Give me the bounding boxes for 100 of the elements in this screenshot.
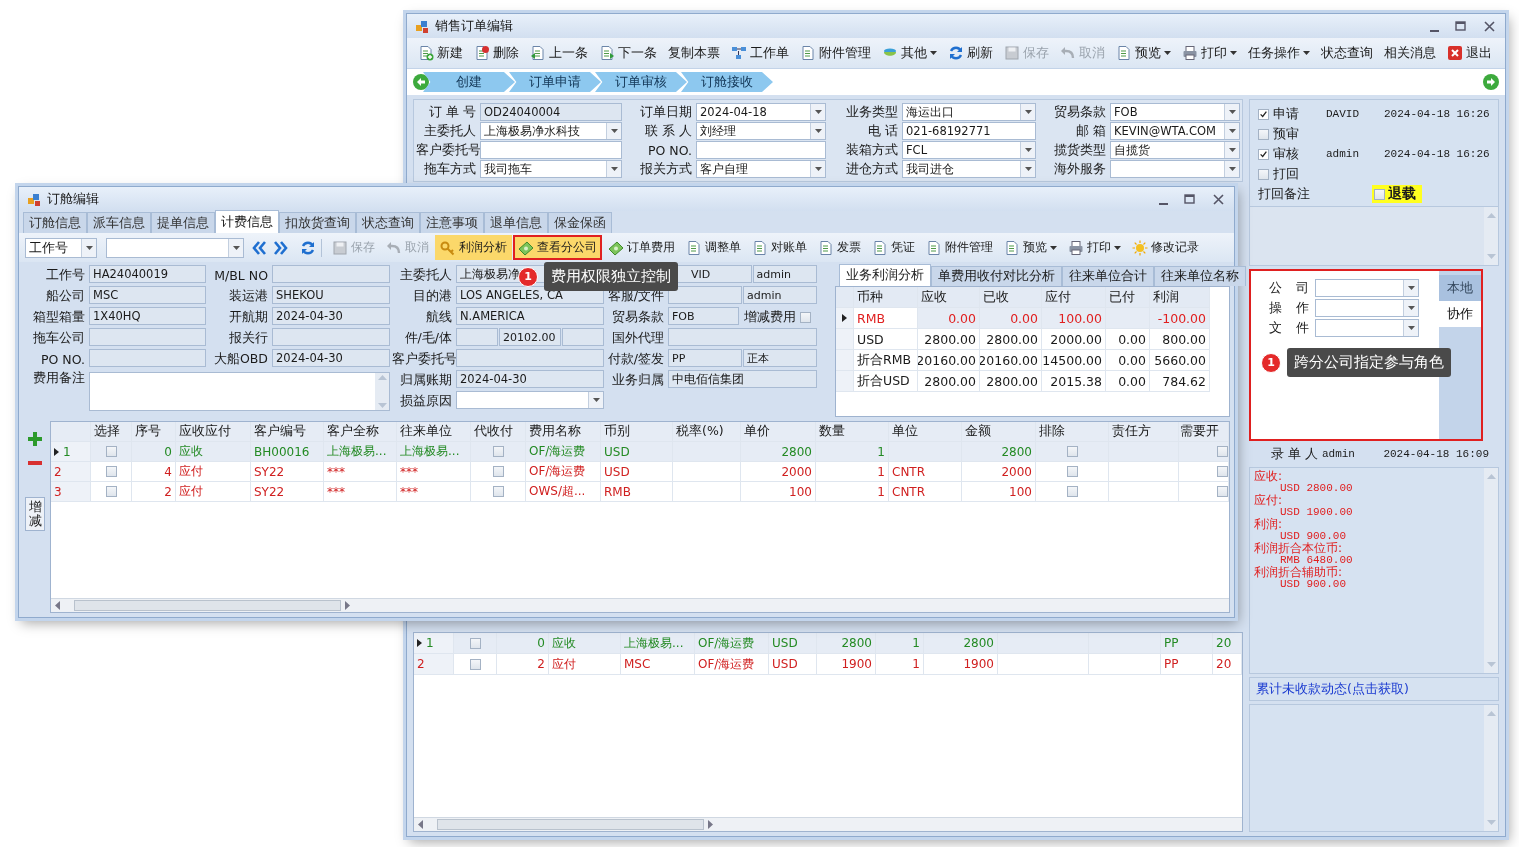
table-cell: PP — [1161, 654, 1213, 674]
table-cell: 上海极易... — [621, 633, 695, 653]
summary-line: USD 1900.00 — [1279, 506, 1354, 518]
field-label: 大船OBD — [212, 350, 269, 368]
field-label: 海外服务 — [1053, 160, 1107, 178]
table-cell: 5660.00 — [1150, 350, 1210, 371]
entered-by-name: admin — [1321, 448, 1355, 460]
column-header: 客户全称 — [324, 422, 397, 442]
field-label: 费用备注 — [32, 370, 86, 387]
field-label: 主委托人 — [399, 266, 453, 284]
table-cell: 1 — [876, 654, 924, 674]
field-label: 邮 箱 — [1075, 122, 1107, 140]
table-cell: 0 — [132, 442, 176, 462]
field-label: 业务归属 — [611, 371, 665, 389]
table-cell: -100.00 — [1150, 308, 1210, 329]
table-cell: 2800.00 — [980, 329, 1042, 350]
column-header: 已付 — [1106, 287, 1150, 308]
table-cell: 应付 — [549, 654, 621, 674]
column-header: 币种 — [854, 287, 918, 308]
table-cell: 上海极易... — [324, 442, 397, 462]
column-header: 应付 — [1042, 287, 1106, 308]
field-label: 归属账期 — [399, 371, 453, 389]
table-cell: 1 — [816, 482, 889, 502]
field-label: 主委托人 — [423, 122, 477, 140]
field-label: 客户委托号 — [416, 141, 478, 159]
field-label: 进仓方式 — [845, 160, 899, 178]
table-cell: OF/海运费 — [695, 633, 769, 653]
field-label: 客户委托号 — [392, 350, 454, 368]
summary-line: 利润折合辅助币: — [1254, 566, 1344, 578]
table-cell: 2 — [132, 482, 176, 502]
field-label: 报关方式 — [639, 160, 693, 178]
table-cell: 0.00 — [1106, 350, 1150, 371]
field-label: 目的港 — [412, 287, 453, 305]
column-header: 应收应付 — [176, 422, 251, 442]
table-cell: *** — [397, 482, 471, 502]
table-cell: OF/海运费 — [526, 442, 601, 462]
table-cell: 1900 — [924, 654, 998, 674]
column-header: 序号 — [132, 422, 176, 442]
table-cell: OF/海运费 — [526, 462, 601, 482]
table-cell: *** — [324, 482, 397, 502]
field-label: 装箱方式 — [845, 141, 899, 159]
field-label: 工作号 — [45, 266, 86, 284]
column-header: 代收付 — [471, 422, 526, 442]
table-cell: CNTR — [889, 482, 962, 502]
checkbox-label: 申请 — [1273, 105, 1299, 123]
field-label: 报关行 — [228, 329, 269, 347]
window-title: 销售订单编辑 — [435, 17, 513, 35]
table-cell: MSC — [621, 654, 695, 674]
summary-line: USD 900.00 — [1279, 578, 1347, 590]
field-label: 打回备注 — [1258, 185, 1310, 203]
summary-line: 利润折合本位币: — [1254, 542, 1344, 554]
field-label: 公 司 — [1269, 279, 1309, 297]
summary-line: USD 2800.00 — [1279, 482, 1354, 494]
table-cell: USD — [601, 442, 673, 462]
field-label: 国外代理 — [611, 329, 665, 347]
summary-line: 应收: — [1254, 470, 1284, 482]
tooltip: 跨分公司指定参与角色 — [1287, 348, 1451, 377]
approver-name: admin — [1326, 148, 1360, 160]
table-cell: 1900 — [817, 654, 876, 674]
table-cell: 784.62 — [1150, 371, 1210, 392]
approval-time: 2024-04-18 16:26 — [1384, 148, 1491, 160]
field-label: 拖车公司 — [32, 329, 86, 347]
table-cell: 应付 — [176, 482, 251, 502]
table-cell: 100 — [962, 482, 1036, 502]
field-label: 开航期 — [228, 308, 269, 326]
field-label: 订单日期 — [639, 103, 693, 121]
field-label: 损益原因 — [399, 392, 453, 410]
table-cell: 2800 — [962, 442, 1036, 462]
column-header: 责任方 — [1109, 422, 1179, 442]
table-cell: USD — [601, 462, 673, 482]
step-badge: 1 — [1261, 352, 1281, 373]
table-cell: 2800 — [741, 442, 816, 462]
table-cell: OF/海运费 — [695, 654, 769, 674]
table-cell: CNTR — [889, 462, 962, 482]
checkbox-label: 打回 — [1273, 165, 1299, 183]
table-cell: 2800 — [817, 633, 876, 653]
table-cell: 折合USD — [854, 371, 918, 392]
window-title: 订舱编辑 — [47, 190, 99, 208]
table-cell: USD — [769, 633, 817, 653]
entered-time: 2024-04-18 16:09 — [1383, 448, 1489, 460]
field-label: 船公司 — [45, 287, 86, 305]
table-cell: 应收 — [176, 442, 251, 462]
table-cell: 2 — [497, 654, 549, 674]
summary-line: USD 900.00 — [1279, 530, 1347, 542]
field-label: 件/毛/体 — [403, 329, 453, 347]
column-header: 币别 — [601, 422, 673, 442]
approval-time: 2024-04-18 16:26 — [1384, 108, 1491, 120]
summary-line: RMB 6480.00 — [1279, 554, 1354, 566]
table-cell: SY22 — [251, 482, 324, 502]
table-cell: 20160.00 — [918, 350, 980, 371]
field-label: 箱型箱量 — [32, 308, 86, 326]
tooltip: 费用权限独立控制 — [544, 262, 678, 291]
table-cell: *** — [324, 462, 397, 482]
table-cell: USD — [854, 329, 918, 350]
field-label: 装运港 — [228, 287, 269, 305]
field-label: 付款/签发 — [606, 350, 665, 368]
field-label: 拖车方式 — [423, 160, 477, 178]
field-label: 联 系 人 — [644, 122, 693, 140]
table-cell: 2000 — [741, 462, 816, 482]
table-cell: 20 — [1213, 633, 1242, 653]
